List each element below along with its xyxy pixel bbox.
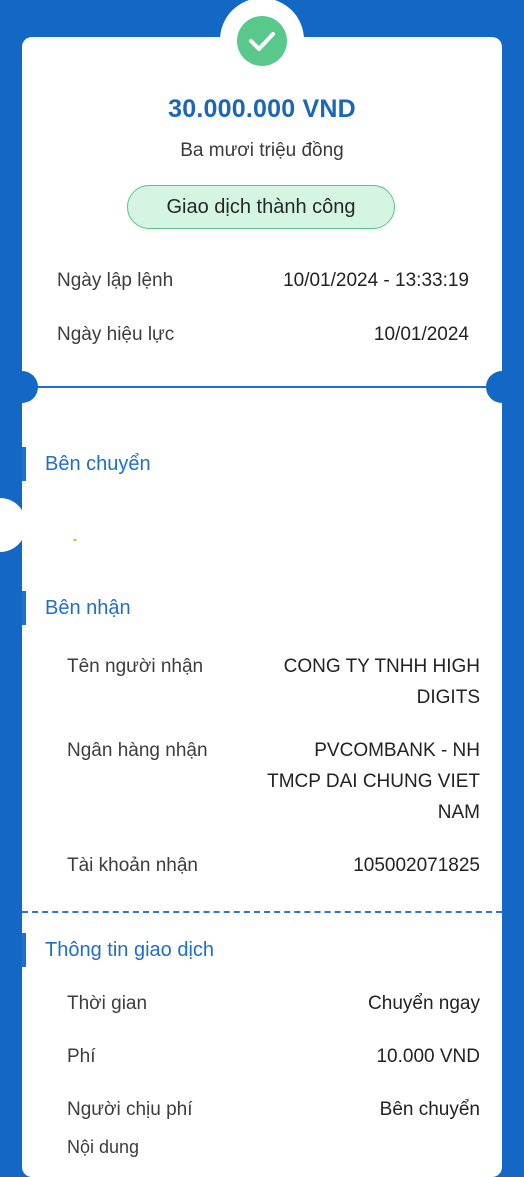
transaction-section-title: Thông tin giao dịch <box>45 939 215 961</box>
receiver-bank-label: Ngân hàng nhận <box>67 740 208 761</box>
receiver-account-label: Tài khoản nhận <box>67 855 198 876</box>
receiver-name-label: Tên người nhận <box>67 656 204 677</box>
order-date-value: 10/01/2024 - 13:33:19 <box>283 270 469 291</box>
amount-in-words: Ba mươi triệu đồng <box>180 140 344 161</box>
fee-value: 10.000 VND <box>376 1046 480 1067</box>
summary-divider <box>22 386 502 388</box>
check-icon <box>237 16 287 66</box>
receiver-name-line1: CONG TY TNHH HIGH <box>283 656 480 677</box>
receiver-section-marker <box>22 591 26 625</box>
section-dashed-divider <box>22 911 502 913</box>
transfer-time-value: Chuyển ngay <box>368 993 480 1014</box>
fee-payer-value: Bên chuyển <box>379 1099 480 1120</box>
content-label: Nội dung <box>67 1137 140 1157</box>
status-badge: Giao dịch thành công <box>127 185 395 229</box>
amount: 30.000.000 VND <box>168 95 356 123</box>
receiver-name-line2: DIGITS <box>416 687 480 708</box>
receiver-account-value: 105002071825 <box>353 855 480 876</box>
sender-section-marker <box>22 447 26 481</box>
receiver-bank-line3: NAM <box>437 802 480 823</box>
transaction-section-marker <box>22 933 26 967</box>
fee-payer-label: Người chịu phí <box>67 1099 193 1120</box>
effective-date-label: Ngày hiệu lực <box>57 324 175 345</box>
receiver-bank-line2: TMCP DAI CHUNG VIET <box>267 771 480 792</box>
order-date-label: Ngày lập lệnh <box>57 270 174 291</box>
effective-date-value: 10/01/2024 <box>373 324 469 345</box>
receiver-bank-line1: PVCOMBANK - NH <box>314 740 480 761</box>
left-notch <box>6 371 38 403</box>
transfer-time-label: Thời gian <box>67 993 148 1014</box>
receiver-section-title: Bên nhận <box>45 597 131 619</box>
right-notch <box>486 371 518 403</box>
sender-info-mark <box>73 539 77 541</box>
fee-label: Phí <box>67 1046 96 1067</box>
sender-section-title: Bên chuyển <box>45 453 151 475</box>
